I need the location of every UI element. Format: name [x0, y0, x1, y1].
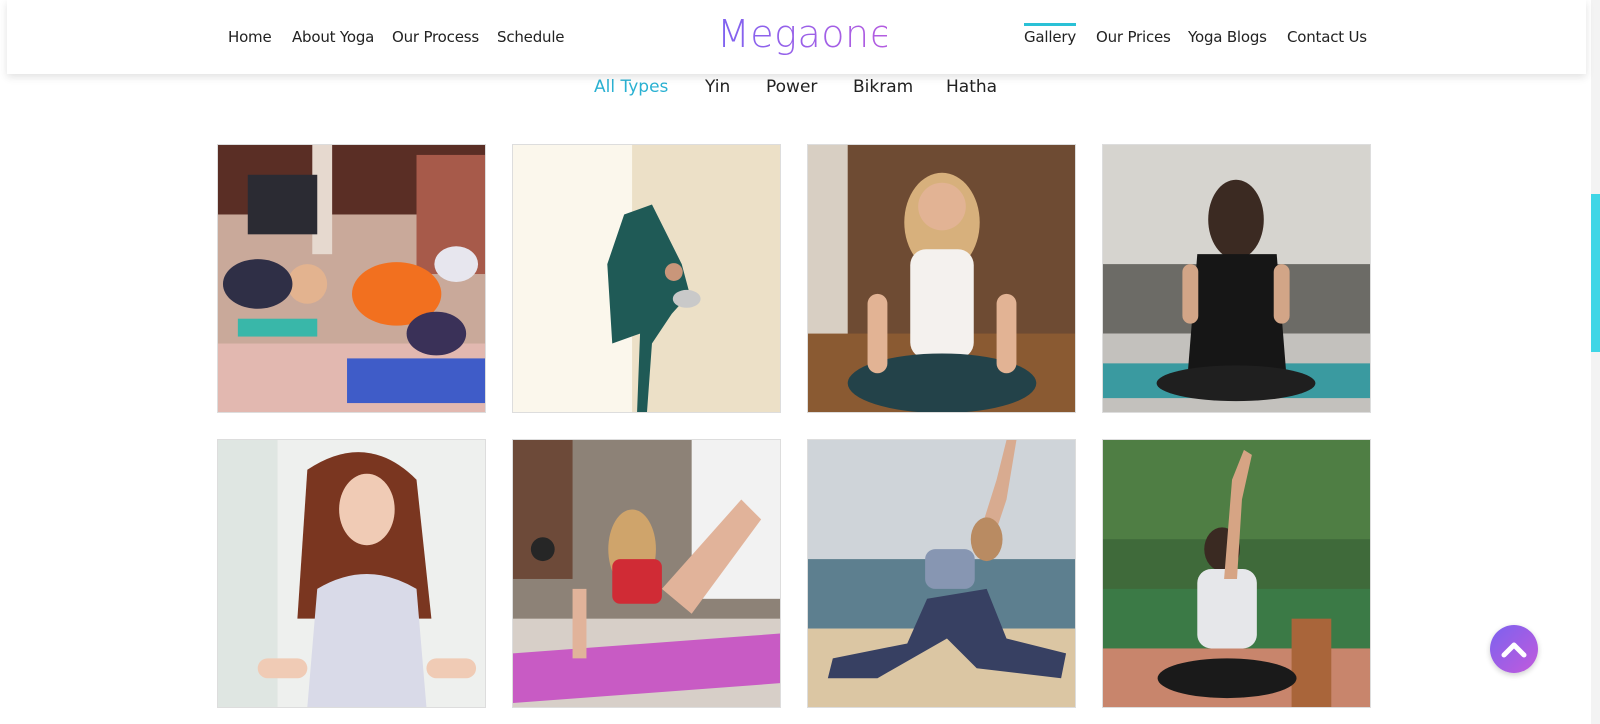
- nav-contact-us[interactable]: Contact Us: [1287, 28, 1367, 46]
- brand-logo[interactable]: Megaone: [717, 12, 893, 62]
- filter-bikram[interactable]: Bikram: [853, 77, 913, 97]
- eagle-arms-outdoor-photo: [1103, 440, 1370, 707]
- dancer-pose-photo: [513, 145, 780, 412]
- filter-yin[interactable]: Yin: [705, 77, 730, 97]
- gallery-item-6[interactable]: [512, 439, 781, 708]
- filter-hatha[interactable]: Hatha: [946, 77, 997, 97]
- gallery-item-4[interactable]: [1102, 144, 1371, 413]
- kickback-class-photo: [513, 440, 780, 707]
- filter-all-types[interactable]: All Types: [594, 77, 668, 97]
- filter-power[interactable]: Power: [766, 77, 817, 97]
- redhead-meditation-photo: [218, 440, 485, 707]
- nav-gallery[interactable]: Gallery: [1024, 23, 1076, 46]
- gallery-item-1[interactable]: [217, 144, 486, 413]
- gallery-item-8[interactable]: [1102, 439, 1371, 708]
- seated-meditation-photo: [808, 145, 1075, 412]
- scrollbar-track[interactable]: [1591, 0, 1600, 724]
- chevron-up-icon: [1501, 642, 1527, 658]
- nav-our-prices[interactable]: Our Prices: [1096, 28, 1171, 46]
- nav-yoga-blogs[interactable]: Yoga Blogs: [1188, 28, 1267, 46]
- nav-about-yoga[interactable]: About Yoga: [292, 28, 374, 46]
- gallery-item-7[interactable]: [807, 439, 1076, 708]
- nav-schedule[interactable]: Schedule: [497, 28, 565, 46]
- top-navbar: Home About Yoga Our Process Schedule Meg…: [7, 0, 1586, 74]
- gallery-item-5[interactable]: [217, 439, 486, 708]
- gallery-item-3[interactable]: [807, 144, 1076, 413]
- scrollbar-thumb[interactable]: [1591, 194, 1600, 352]
- gallery-item-2[interactable]: [512, 144, 781, 413]
- beach-lunge-photo: [808, 440, 1075, 707]
- nav-our-process[interactable]: Our Process: [392, 28, 479, 46]
- class-side-stretch-photo: [218, 145, 485, 412]
- page: Home About Yoga Our Process Schedule Meg…: [0, 0, 1600, 724]
- reverse-prayer-photo: [1103, 145, 1370, 412]
- back-to-top-button[interactable]: [1490, 625, 1538, 673]
- nav-home[interactable]: Home: [228, 28, 272, 46]
